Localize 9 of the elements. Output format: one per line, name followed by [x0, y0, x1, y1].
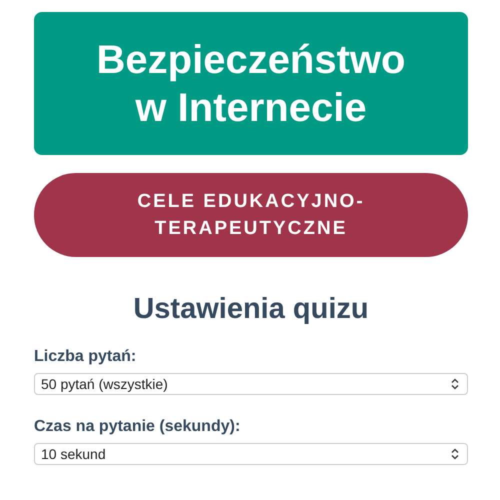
dropdown[interactable]: 10 sekund — [34, 443, 468, 465]
dropdown[interactable]: 50 pytań (wszystkie) — [34, 373, 468, 395]
chevron-icon — [451, 378, 459, 390]
goals-button[interactable]: CELE EDUKACYJNO-TERAPEUTYCZNE — [34, 173, 468, 257]
page-title: Bezpieczeństwo w Internecie — [96, 36, 406, 132]
field-label: Czas na pytanie (sekundy): — [34, 417, 242, 437]
chevron-icon — [451, 448, 459, 460]
field-label: Liczba pytań: — [34, 347, 138, 367]
settings-heading: Ustawienia quizu — [132, 292, 370, 327]
